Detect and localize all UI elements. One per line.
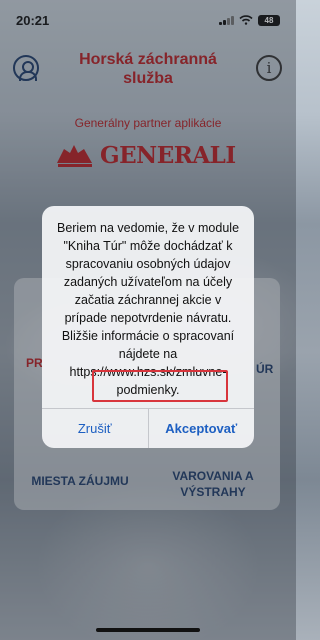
dialog-buttons: Zrušiť Akceptovať [42,408,254,448]
home-indicator[interactable] [96,628,200,632]
accept-button[interactable]: Akceptovať [147,409,255,448]
consent-dialog: Beriem na vedomie, že v module "Kniha Tú… [42,206,254,448]
cancel-button[interactable]: Zrušiť [42,409,148,448]
link-highlight-annotation [92,370,228,402]
